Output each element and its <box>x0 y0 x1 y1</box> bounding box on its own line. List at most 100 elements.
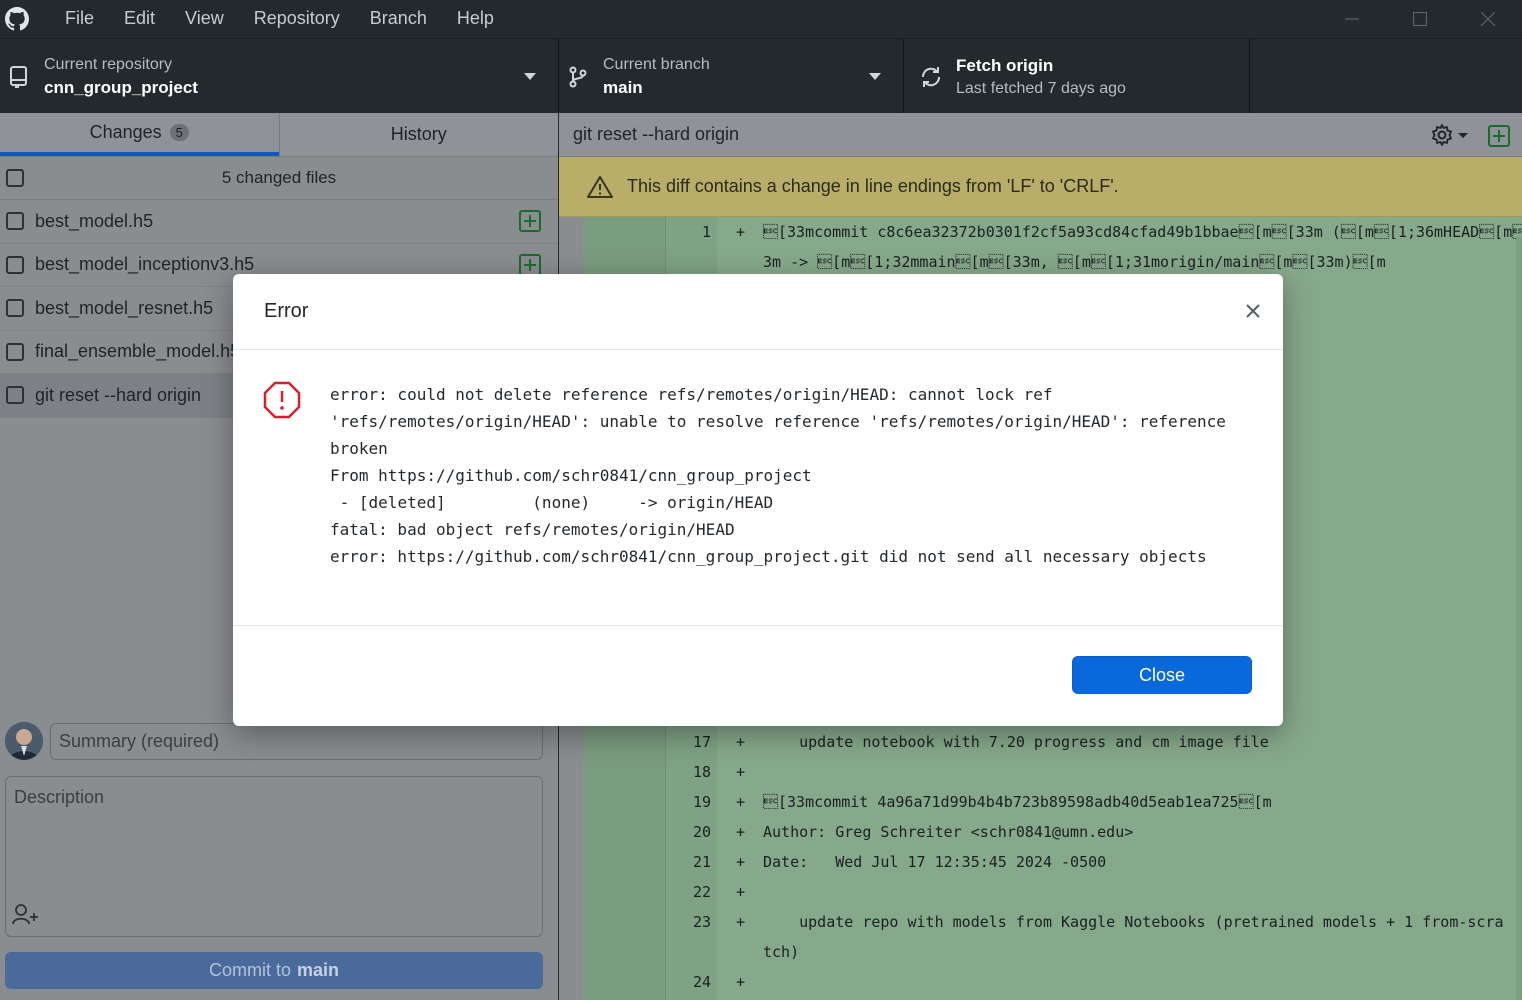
error-line: - [deleted] (none) -> origin/HEAD <box>330 493 774 512</box>
file-name: best_model.h5 <box>35 210 154 231</box>
file-checkbox[interactable] <box>6 342 24 361</box>
changes-count-badge: 5 <box>169 124 189 141</box>
close-icon[interactable] <box>1243 301 1263 321</box>
error-line: error: could not delete reference refs/r… <box>330 385 1053 404</box>
tab-history[interactable]: History <box>278 113 559 156</box>
minimize-icon <box>1345 17 1359 20</box>
dialog-body: error: could not delete reference refs/r… <box>233 350 1283 626</box>
menu-edit[interactable]: Edit <box>124 8 155 29</box>
fetch-label: Fetch origin <box>956 55 1054 75</box>
tab-changes-label: Changes <box>89 122 162 142</box>
commit-button-branch: main <box>297 960 340 980</box>
dialog-footer: Close <box>233 626 1283 726</box>
error-line: 'refs/remotes/origin/HEAD': unable to re… <box>330 412 1226 431</box>
line-sign: + <box>736 823 746 841</box>
close-button[interactable]: Close <box>1072 656 1252 694</box>
close-window-button[interactable] <box>1454 0 1522 37</box>
window-controls <box>1318 0 1522 37</box>
line-sign: + <box>736 793 746 811</box>
line-sign: + <box>736 763 746 781</box>
line-sign: + <box>736 223 746 241</box>
sidebar-tabs: Changes 5 History <box>0 113 558 157</box>
changed-files-count: 5 changed files <box>221 168 337 187</box>
line-code: [33mcommit 4a96a71d99b4b4b723b89598adb4… <box>763 793 1272 811</box>
dialog-header: Error <box>233 274 1283 350</box>
commit-button[interactable]: Commit to main <box>5 952 543 989</box>
file-name: final_ensemble_model.h5 <box>35 341 241 362</box>
line-number: 20 <box>692 823 711 841</box>
error-line: error: https://github.com/schr0841/cnn_g… <box>330 547 1207 566</box>
file-checkbox[interactable] <box>6 386 24 405</box>
file-added-icon <box>519 253 541 276</box>
gear-icon <box>1432 124 1452 146</box>
file-checkbox[interactable] <box>6 299 24 318</box>
last-fetched-text: Last fetched 7 days ago <box>956 79 1126 97</box>
chevron-down-icon <box>869 73 881 80</box>
line-number: 24 <box>692 973 711 991</box>
fetch-origin-button[interactable]: Fetch origin Last fetched 7 days ago <box>904 39 1250 114</box>
error-line: fatal: bad object refs/remotes/origin/HE… <box>330 520 735 539</box>
line-number: 1 <box>701 223 711 241</box>
menu-branch[interactable]: Branch <box>370 8 427 29</box>
repo-icon <box>7 65 31 89</box>
github-logo-icon <box>5 6 29 30</box>
repo-name: cnn_group_project <box>44 77 198 97</box>
file-row[interactable]: best_model.h5 <box>0 200 558 244</box>
line-code: [33mcommit c8c6ea32372b0301f2cf5a93cd84… <box>763 223 1522 241</box>
maximize-button[interactable] <box>1386 0 1454 37</box>
file-added-icon <box>519 210 541 232</box>
file-checkbox[interactable] <box>6 255 24 274</box>
line-sign: + <box>736 733 746 751</box>
line-number: 17 <box>692 733 711 751</box>
line-sign: + <box>736 883 746 901</box>
description-input[interactable]: Description <box>5 776 543 937</box>
line-number: 21 <box>692 853 711 871</box>
line-code: Author: Greg Schreiter <schr0841@umn.edu… <box>763 823 1134 841</box>
branch-icon <box>566 65 590 89</box>
line-code: update notebook with 7.20 progress and c… <box>763 733 1269 751</box>
add-coauthor-icon[interactable] <box>12 903 40 925</box>
repo-label: Current repository <box>44 55 173 73</box>
file-name: git reset --hard origin <box>35 384 202 405</box>
tab-history-label: History <box>390 124 447 144</box>
toolbar: Current repository cnn_group_project Cur… <box>0 38 1522 114</box>
changed-files-header: 5 changed files <box>0 157 558 200</box>
menu-file[interactable]: File <box>65 8 94 29</box>
branch-selector[interactable]: Current branch main <box>559 39 904 114</box>
tab-changes[interactable]: Changes 5 <box>0 113 279 156</box>
error-dialog: Error error: could not delete reference … <box>233 274 1283 726</box>
maximize-icon <box>1413 11 1427 26</box>
warning-text: This diff contains a change in line endi… <box>627 176 1119 196</box>
line-number: 22 <box>692 883 711 901</box>
avatar <box>5 722 43 760</box>
minimize-button[interactable] <box>1318 0 1386 37</box>
summary-input[interactable]: Summary (required) <box>50 723 543 760</box>
menu-repository[interactable]: Repository <box>254 8 340 29</box>
diff-scrollbar[interactable] <box>1516 237 1522 1000</box>
error-message: error: could not delete reference refs/r… <box>330 381 1260 570</box>
dialog-title: Error <box>264 300 309 322</box>
diff-settings-button[interactable] <box>1430 123 1470 147</box>
file-name: best_model_resnet.h5 <box>35 297 214 318</box>
diff-file-title: git reset --hard origin <box>573 124 740 144</box>
menu-view[interactable]: View <box>185 8 224 29</box>
line-sign: + <box>736 913 746 931</box>
line-code: update repo with models from Kaggle Note… <box>763 913 1504 931</box>
line-code: tch) <box>763 943 800 961</box>
line-ending-warning: This diff contains a change in line endi… <box>559 157 1522 217</box>
error-line: From https://github.com/schr0841/cnn_gro… <box>330 466 812 485</box>
file-checkbox[interactable] <box>6 212 24 231</box>
commit-button-label: Commit to <box>208 960 291 980</box>
line-code: 3m -> [m[1;32mmain[m[33m, [m[1;31m… <box>763 253 1386 271</box>
title-bar: File Edit View Repository Branch Help <box>0 0 1522 37</box>
expand-add-icon[interactable] <box>1488 125 1510 147</box>
line-number: 19 <box>692 793 711 811</box>
warning-icon <box>587 175 613 198</box>
line-number: 23 <box>692 913 711 931</box>
menu-help[interactable]: Help <box>457 8 494 29</box>
line-sign: + <box>736 853 746 871</box>
error-octagon-icon <box>263 381 301 419</box>
diff-header: git reset --hard origin <box>559 113 1522 157</box>
repository-selector[interactable]: Current repository cnn_group_project <box>0 39 559 114</box>
close-icon <box>1481 11 1495 26</box>
